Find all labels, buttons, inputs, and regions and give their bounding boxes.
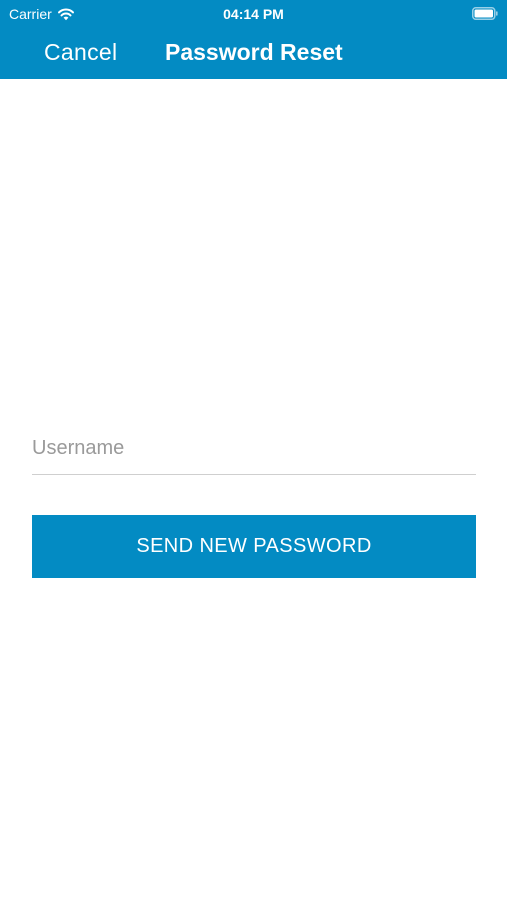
status-time: 04:14 PM bbox=[223, 6, 284, 22]
send-new-password-button[interactable]: SEND NEW PASSWORD bbox=[32, 515, 476, 578]
navigation-bar: Cancel Password Reset bbox=[0, 28, 507, 79]
status-bar: Carrier 04:14 PM bbox=[0, 0, 507, 28]
username-field bbox=[32, 424, 476, 475]
app-header: Carrier 04:14 PM Cancel Password Reset bbox=[0, 0, 507, 79]
username-input[interactable] bbox=[32, 424, 476, 472]
page-title: Password Reset bbox=[165, 39, 343, 65]
cancel-button[interactable]: Cancel bbox=[44, 38, 117, 66]
battery-full-icon bbox=[472, 7, 498, 20]
